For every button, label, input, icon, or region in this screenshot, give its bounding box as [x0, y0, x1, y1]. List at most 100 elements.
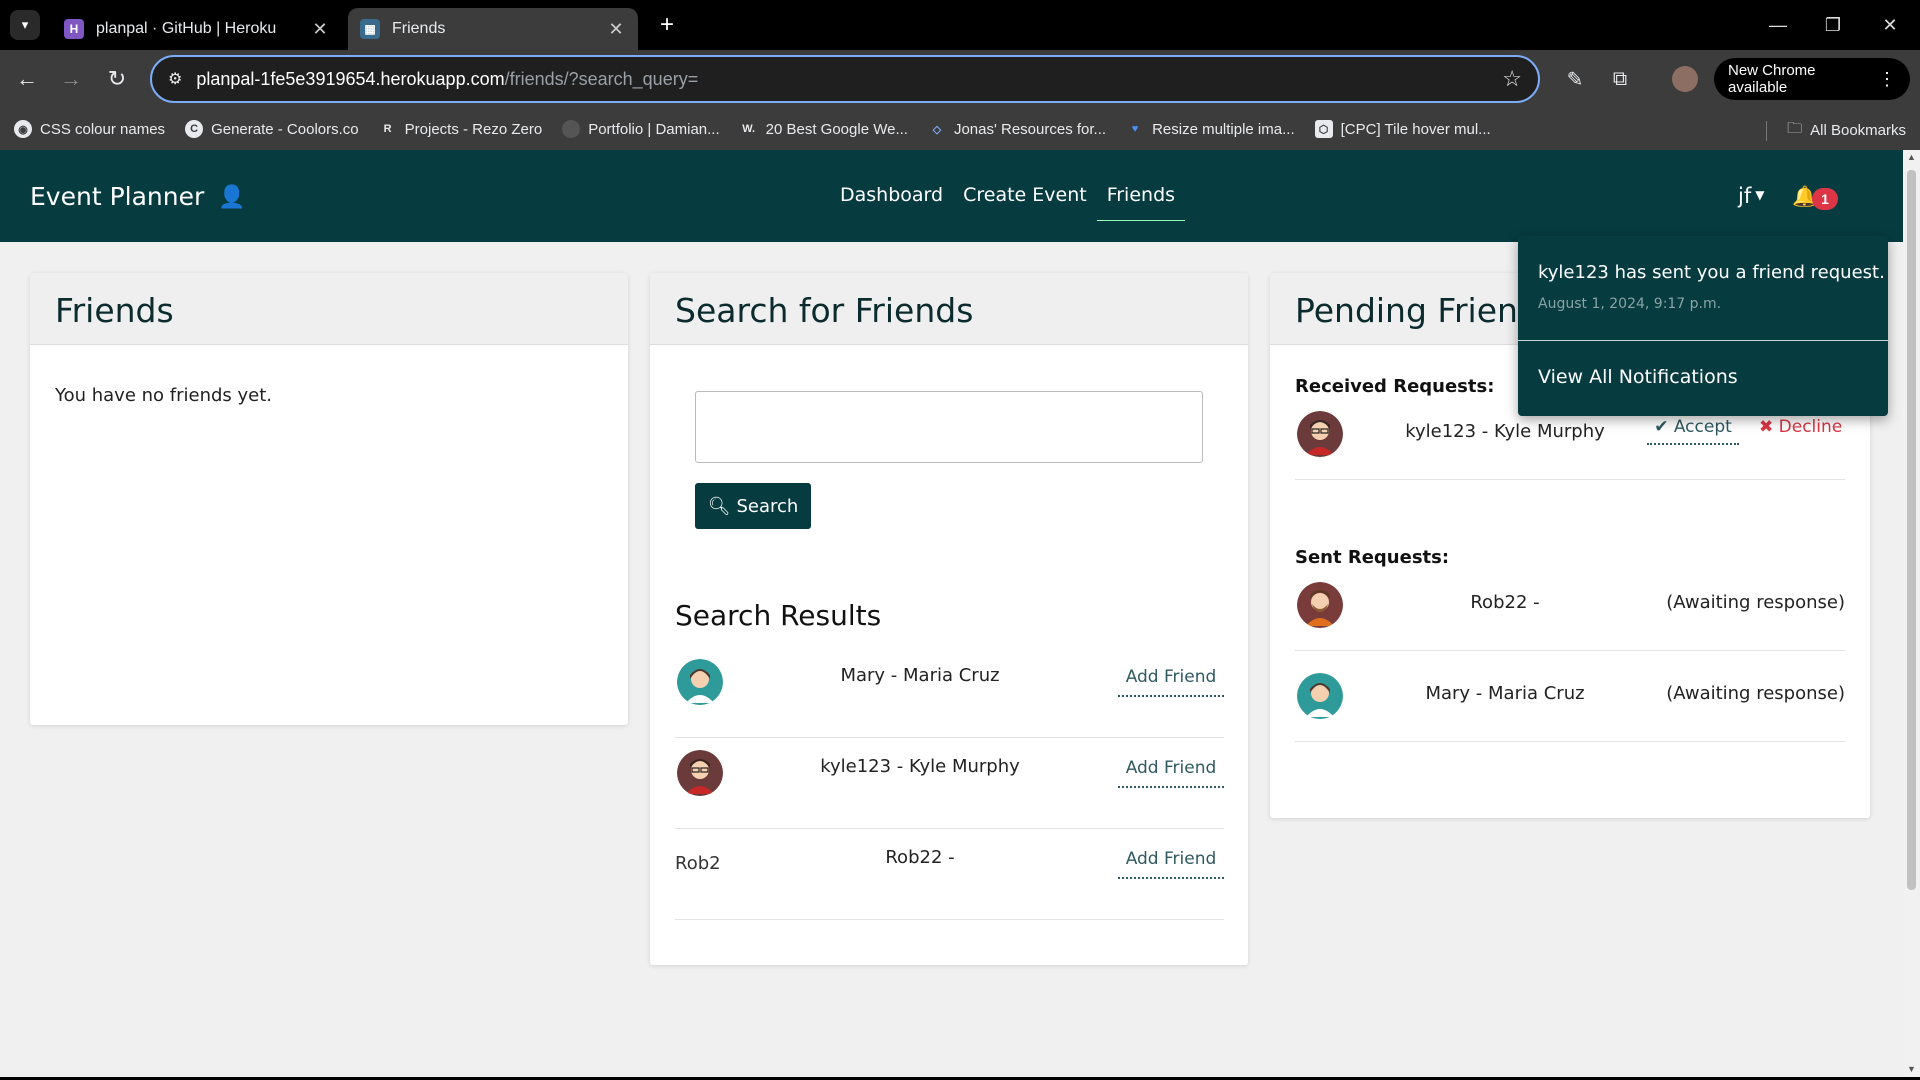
nav-dashboard[interactable]: Dashboard: [840, 184, 943, 221]
result-name: Mary - Maria Cruz: [840, 665, 1000, 686]
search-input[interactable]: [695, 391, 1203, 463]
bookmark-item[interactable]: Portfolio | Damian...: [562, 120, 720, 138]
bookmark-item[interactable]: C Generate - Coolors.co: [185, 120, 359, 138]
bookmark-label: Projects - Rezo Zero: [404, 120, 543, 138]
all-bookmarks-label: All Bookmarks: [1810, 122, 1906, 139]
scrollbar-thumb[interactable]: [1907, 170, 1916, 890]
bookmark-label: Generate - Coolors.co: [211, 120, 359, 138]
tab-search-chevron-icon[interactable]: ▾: [10, 10, 40, 40]
w-icon: W.: [742, 123, 756, 135]
window-close-icon[interactable]: ✕: [1870, 10, 1910, 40]
browser-tab-heroku[interactable]: H planpal · GitHub | Heroku ✕: [52, 8, 342, 50]
dropdown-divider: [1518, 340, 1888, 341]
check-icon: ✔: [1654, 417, 1669, 437]
browser-tab-friends[interactable]: ▦ Friends ✕: [348, 8, 638, 50]
url-host: planpal-1fe5e3919654.herokuapp.com: [196, 68, 505, 89]
request-status: (Awaiting response): [1666, 683, 1845, 704]
add-friend-button[interactable]: Add Friend: [1118, 849, 1224, 879]
user-menu-toggle[interactable]: jf ▼: [1738, 184, 1764, 208]
kebab-menu-icon: ⋮: [1878, 68, 1896, 89]
nav-create-event[interactable]: Create Event: [963, 184, 1087, 221]
nav-friends[interactable]: Friends: [1096, 184, 1186, 221]
address-bar[interactable]: ⚙ planpal-1fe5e3919654.herokuapp.com /fr…: [150, 55, 1540, 103]
app-navbar: Event Planner 👤 Dashboard Create Event F…: [0, 150, 1903, 242]
view-all-notifications-link[interactable]: View All Notifications: [1538, 366, 1738, 388]
bookmarks-bar: ◉ CSS colour names C Generate - Coolors.co…: [0, 108, 1920, 150]
all-bookmarks-button[interactable]: 🗀 All Bookmarks: [1766, 118, 1906, 143]
page-scrollbar[interactable]: ▲ ▼: [1903, 150, 1920, 1080]
scroll-up-arrow-icon[interactable]: ▲: [1906, 152, 1917, 162]
restore-icon[interactable]: ❐: [1813, 10, 1853, 40]
minimize-icon[interactable]: —: [1758, 10, 1798, 40]
page-viewport: Event Planner 👤 Dashboard Create Event F…: [0, 150, 1903, 1080]
forward-arrow-icon[interactable]: →: [56, 64, 86, 94]
notification-time: August 1, 2024, 9:17 p.m.: [1538, 296, 1722, 312]
bookmark-star-icon[interactable]: ☆: [1502, 66, 1522, 92]
bookmark-item[interactable]: ⬡ [CPC] Tile hover mul...: [1314, 120, 1491, 138]
card-header: Search for Friends: [650, 273, 1248, 345]
bookmark-item[interactable]: ♥ Resize multiple ima...: [1126, 120, 1295, 138]
main-nav: Dashboard Create Event Friends: [840, 184, 1205, 221]
url-path: /friends/?search_query=: [504, 68, 699, 89]
search-icon: 🔍︎: [707, 495, 731, 517]
tab-title: planpal · GitHub | Heroku: [96, 20, 277, 37]
card-header: Friends: [30, 273, 628, 345]
username: jf: [1738, 184, 1752, 208]
profile-avatar[interactable]: [1672, 66, 1698, 92]
divider: [1766, 120, 1768, 141]
scroll-down-arrow-icon[interactable]: ▼: [1906, 1064, 1917, 1074]
bookmark-item[interactable]: R Projects - Rezo Zero: [379, 120, 543, 138]
search-results-title: Search Results: [675, 599, 882, 632]
x-icon: ✖: [1759, 417, 1774, 437]
sent-request-row: Rob22 - (Awaiting response): [1295, 560, 1845, 651]
heroku-icon: H: [64, 19, 84, 39]
new-tab-plus-icon[interactable]: +: [652, 10, 682, 40]
notification-count-badge: 1: [1812, 188, 1838, 210]
chrome-update-button[interactable]: New Chrome available ⋮: [1714, 58, 1910, 100]
bookmark-label: Jonas' Resources for...: [953, 120, 1107, 138]
avatar-woman: [1297, 673, 1343, 719]
brand-link[interactable]: Event Planner: [30, 182, 204, 211]
search-title: Search for Friends: [675, 291, 974, 330]
reload-icon[interactable]: ↻: [102, 64, 132, 94]
close-tab-icon[interactable]: ✕: [606, 19, 626, 40]
accept-button[interactable]: ✔ Accept: [1647, 417, 1739, 445]
notification-item[interactable]: kyle123 has sent you a friend request.: [1538, 262, 1885, 283]
codepen-icon: ⬡: [1314, 120, 1333, 138]
avatar-man-beard: [1297, 582, 1343, 628]
site-settings-icon[interactable]: ⚙: [168, 69, 182, 89]
browser-tab-bar: ▾ H planpal · GitHub | Heroku ✕ ▦ Friend…: [0, 0, 1920, 50]
friends-title: Friends: [55, 291, 174, 330]
close-tab-icon[interactable]: ✕: [310, 19, 330, 40]
add-friend-button[interactable]: Add Friend: [1118, 667, 1224, 697]
bookmark-label: CSS colour names: [40, 120, 166, 138]
search-result-row: kyle123 - Kyle Murphy Add Friend: [675, 738, 1224, 829]
update-label: New Chrome available: [1728, 62, 1816, 96]
request-name: Rob22 -: [1470, 592, 1540, 613]
broken-avatar-image: Rob22's: [675, 853, 721, 874]
caret-down-icon: ▼: [1755, 188, 1765, 202]
request-status: (Awaiting response): [1666, 592, 1845, 613]
folder-icon: 🗀: [1787, 120, 1803, 137]
search-result-row: Rob22's Rob22 - Add Friend: [675, 829, 1224, 920]
add-friend-button[interactable]: Add Friend: [1118, 758, 1224, 788]
result-name: Rob22 -: [885, 847, 955, 868]
user-gear-icon: 👤: [218, 184, 246, 209]
pen-extension-icon[interactable]: ✎: [1560, 64, 1590, 94]
bookmark-label: Portfolio | Damian...: [588, 120, 720, 138]
avatar-woman: [677, 659, 723, 705]
decline-button[interactable]: ✖ Decline: [1759, 417, 1842, 437]
bookmark-label: [CPC] Tile hover mul...: [1340, 120, 1491, 138]
heart-icon: ♥: [1131, 123, 1139, 135]
extensions-puzzle-icon[interactable]: ⧉: [1605, 64, 1635, 94]
portfolio-icon: [562, 120, 581, 138]
bookmark-item[interactable]: ◇ Jonas' Resources for...: [928, 120, 1106, 138]
bookmark-item[interactable]: ◉ CSS colour names: [14, 120, 165, 138]
bookmark-label: Resize multiple ima...: [1152, 120, 1295, 138]
result-name: kyle123 - Kyle Murphy: [820, 756, 1020, 777]
back-arrow-icon[interactable]: ←: [12, 64, 42, 94]
search-button[interactable]: 🔍︎ Search: [695, 483, 811, 529]
request-name: kyle123 - Kyle Murphy: [1405, 421, 1605, 442]
sent-request-row: Mary - Maria Cruz (Awaiting response): [1295, 651, 1845, 742]
bookmark-item[interactable]: W. 20 Best Google We...: [740, 120, 908, 138]
